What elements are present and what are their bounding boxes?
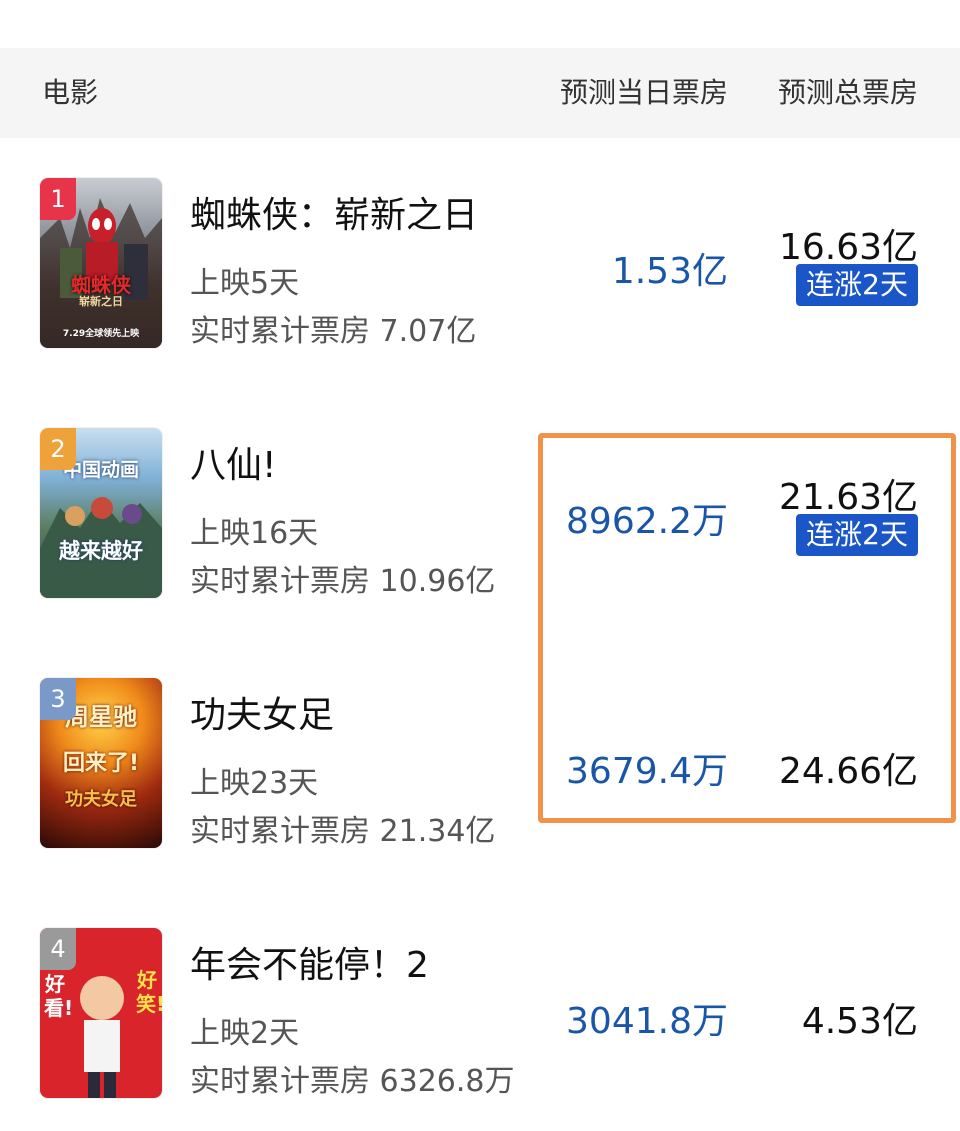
movie-poster[interactable]: 蜘蛛侠 崭新之日 7.29全球领先上映 1 (40, 178, 162, 348)
movie-row[interactable]: 好看! 好笑! 4 年会不能停！2 上映2天 实时累计票房 6326.8万 30… (0, 928, 960, 1100)
total-forecast-value: 16.63亿 (778, 227, 918, 268)
movie-row[interactable]: 蜘蛛侠 崭新之日 7.29全球领先上映 1 蜘蛛侠：崭新之日 上映5天 实时累计… (0, 178, 960, 350)
poster-left-text: 好看! (44, 972, 74, 1020)
highlight-box (538, 433, 956, 823)
header-movie[interactable]: 电影 (42, 48, 98, 138)
header-daily-forecast[interactable]: 预测当日票房 (560, 48, 728, 138)
total-forecast-value: 4.53亿 (801, 1001, 918, 1042)
release-days: 上映16天 (190, 516, 319, 551)
release-days: 上映23天 (190, 766, 319, 801)
movie-poster[interactable]: 中国动画 越来越好 2 (40, 428, 162, 598)
cumulative-box-office: 实时累计票房 10.96亿 (190, 564, 496, 599)
poster-subtitle-text: 回来了! (62, 751, 140, 776)
cumulative-box-office: 实时累计票房 6326.8万 (190, 1064, 515, 1099)
release-days: 上映2天 (190, 1016, 300, 1051)
movie-title[interactable]: 功夫女足 (190, 686, 334, 738)
rank-badge: 2 (40, 428, 76, 470)
movie-poster[interactable]: 周星驰 回来了! 功夫女足 3 (40, 678, 162, 848)
movie-title[interactable]: 蜘蛛侠：崭新之日 (190, 186, 478, 238)
poster-subtitle-text: 越来越好 (59, 539, 143, 563)
movie-title[interactable]: 年会不能停！2 (190, 936, 429, 988)
cumulative-box-office: 实时累计票房 7.07亿 (190, 314, 477, 349)
streak-badge: 连涨2天 (796, 264, 918, 306)
poster-title-text: 蜘蛛侠 (71, 273, 131, 297)
daily-forecast-value: 3041.8万 (566, 1001, 728, 1042)
daily-forecast-value: 1.53亿 (611, 251, 728, 292)
poster-date-text: 7.29全球领先上映 (62, 329, 140, 339)
movie-poster[interactable]: 好看! 好笑! 4 (40, 928, 162, 1098)
rank-badge: 1 (40, 178, 76, 220)
table-header: 电影 预测当日票房 预测总票房 (0, 48, 960, 138)
rank-badge: 4 (40, 928, 76, 970)
release-days: 上映5天 (190, 266, 300, 301)
poster-right-text: 好笑! (136, 968, 162, 1016)
header-total-forecast[interactable]: 预测总票房 (778, 48, 918, 138)
poster-subtitle-text: 崭新之日 (79, 295, 123, 308)
box-office-page: 电影 预测当日票房 预测总票房 蜘蛛侠 崭新之日 7.29全球领先上映 1 蜘蛛… (0, 0, 960, 1131)
movie-title[interactable]: 八仙! (190, 436, 276, 488)
cumulative-box-office: 实时累计票房 21.34亿 (190, 814, 496, 849)
poster-tag-text: 功夫女足 (65, 789, 137, 810)
rank-badge: 3 (40, 678, 76, 720)
